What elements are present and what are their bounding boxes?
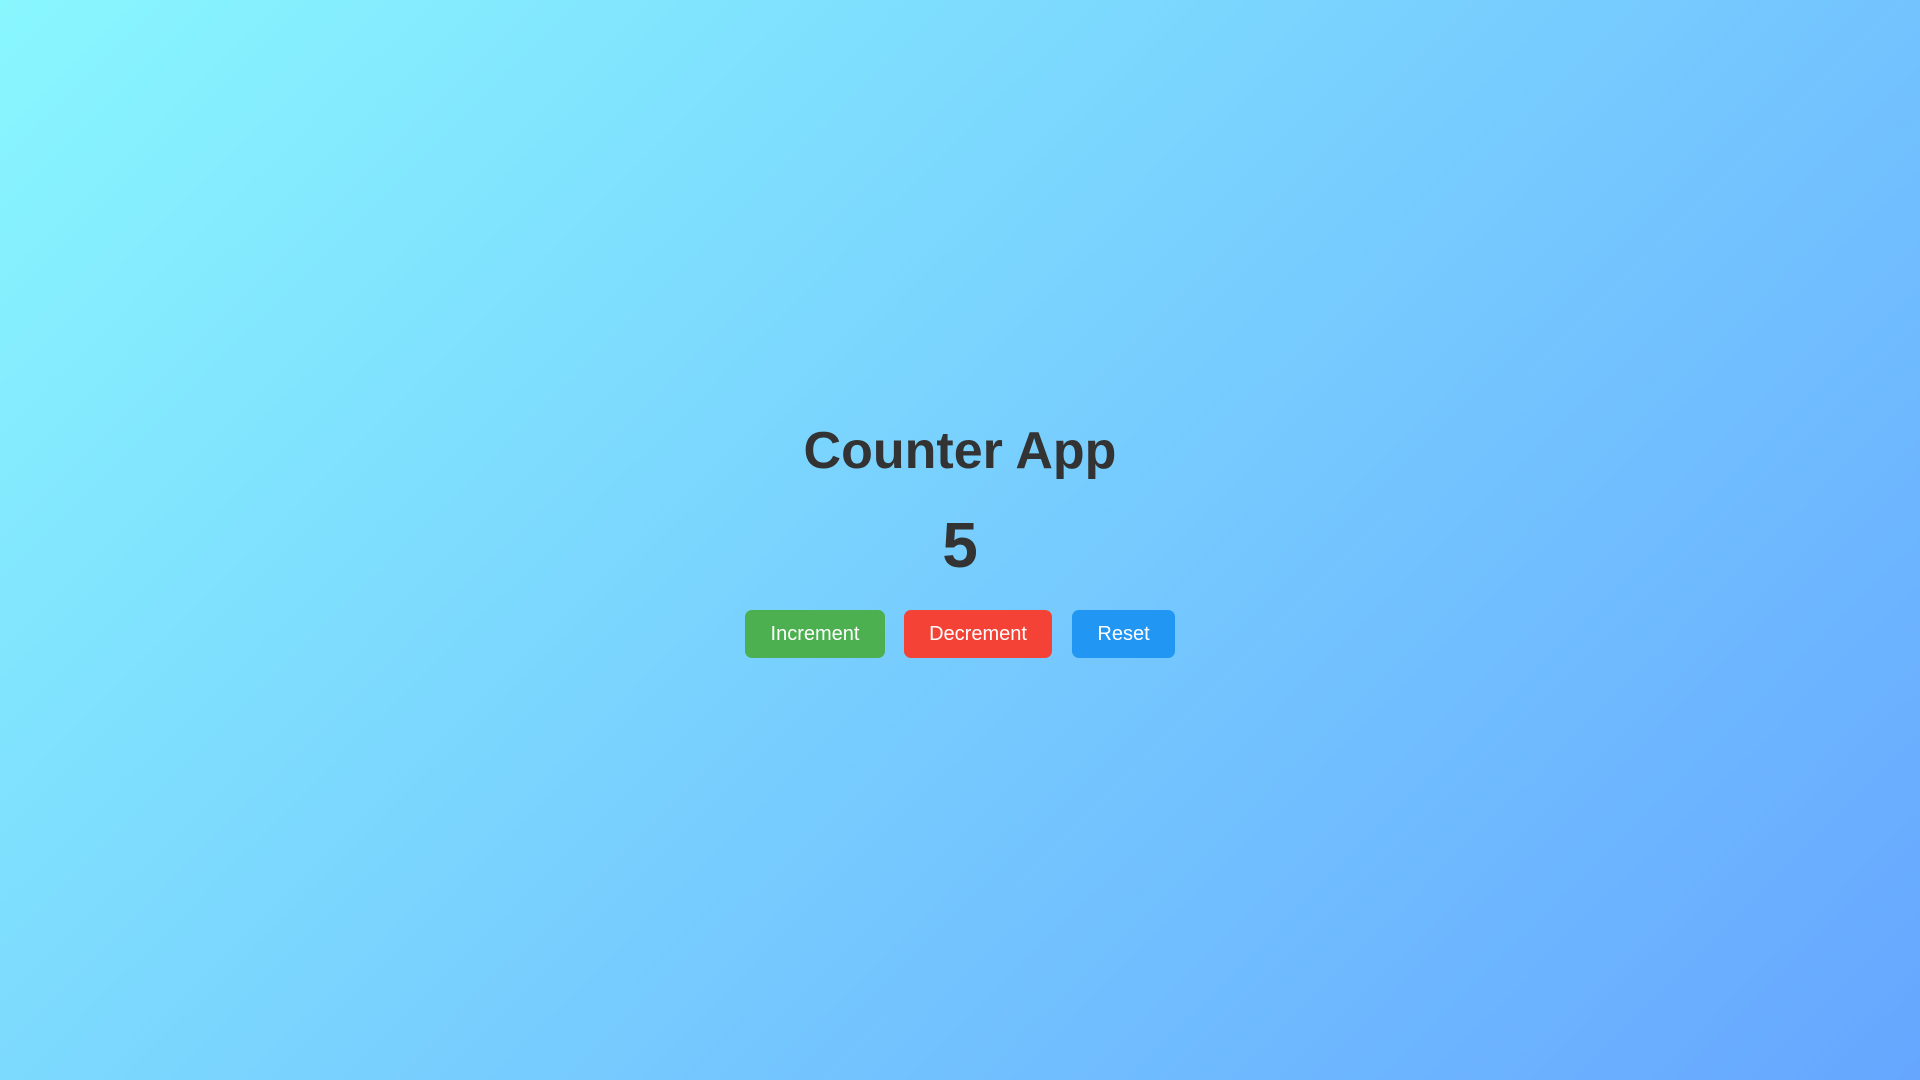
page-title: Counter App xyxy=(803,422,1117,480)
counter-value: 5 xyxy=(942,509,978,581)
decrement-button[interactable]: Decrement xyxy=(904,610,1052,658)
reset-button[interactable]: Reset xyxy=(1072,610,1175,658)
counter-app: Counter App 5 Increment Decrement Reset xyxy=(0,0,1920,1080)
button-group: Increment Decrement Reset xyxy=(0,610,1920,658)
increment-button[interactable]: Increment xyxy=(745,610,885,658)
